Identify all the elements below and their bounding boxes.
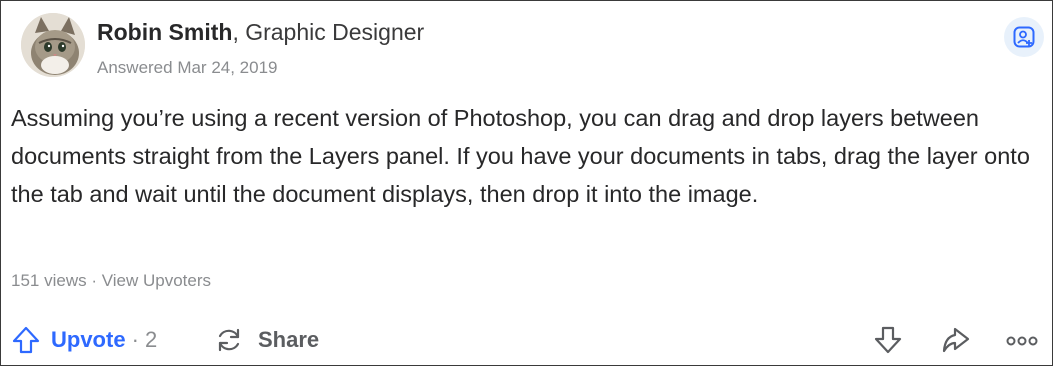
cat-avatar-image <box>21 13 85 77</box>
answer-stats: 151 views · View Upvoters <box>11 271 211 291</box>
author-credential[interactable]: Graphic Designer <box>245 19 424 45</box>
author-line: Robin Smith, Graphic Designer <box>97 17 424 47</box>
downvote-button[interactable] <box>873 325 903 355</box>
share-cycle-icon <box>218 328 240 352</box>
action-bar: Upvote · 2 Share <box>1 319 1053 365</box>
author-separator: , <box>232 19 246 45</box>
add-user-icon <box>1013 26 1035 48</box>
stats-separator: · <box>86 271 102 290</box>
arrow-up-icon <box>12 326 40 354</box>
views-count: 151 views <box>11 271 87 290</box>
arrow-down-icon <box>874 326 902 354</box>
answered-date[interactable]: Answered Mar 24, 2019 <box>97 58 278 78</box>
more-options-button[interactable] <box>1004 325 1040 355</box>
upvote-count: · 2 <box>131 327 158 352</box>
view-upvoters-link[interactable]: View Upvoters <box>102 271 211 290</box>
follow-author-button[interactable] <box>1004 17 1044 57</box>
forward-button[interactable] <box>941 325 971 355</box>
answer-card: Robin Smith, Graphic Designer Answered M… <box>0 0 1053 366</box>
share-label: Share <box>258 327 320 352</box>
forward-arrow-icon <box>942 327 970 353</box>
ellipsis-icon <box>1006 336 1038 346</box>
upvote-label: Upvote <box>51 327 126 352</box>
share-button[interactable]: Share <box>214 325 319 355</box>
author-avatar[interactable] <box>21 13 85 77</box>
answer-body: Assuming you’re using a recent version o… <box>11 105 1030 207</box>
upvote-button[interactable]: Upvote · 2 <box>11 325 157 355</box>
author-name[interactable]: Robin Smith <box>97 19 232 45</box>
